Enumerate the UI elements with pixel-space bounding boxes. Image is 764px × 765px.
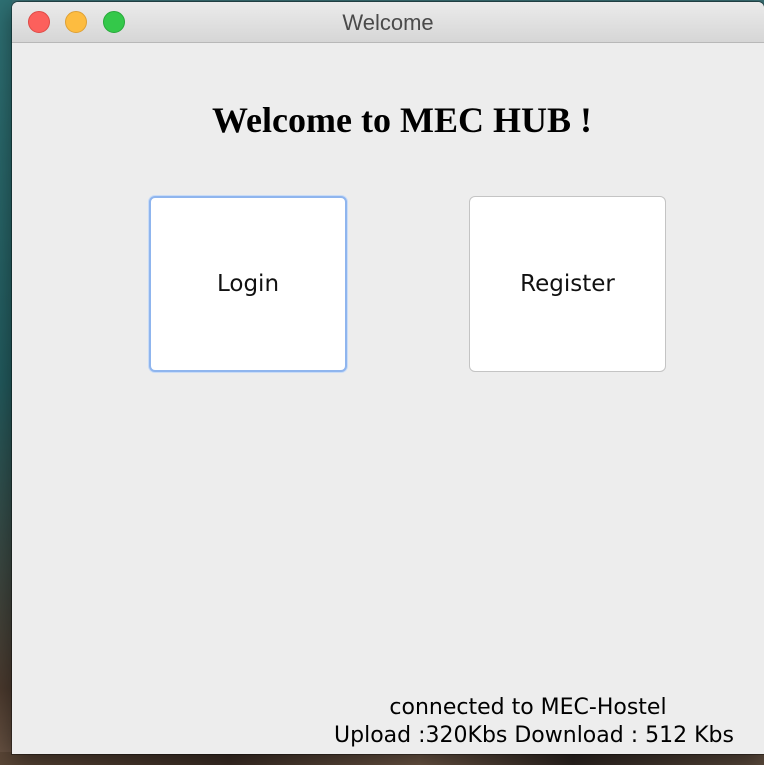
welcome-heading: Welcome to MEC HUB ! — [212, 100, 592, 140]
desktop-edge-left — [0, 0, 12, 765]
register-button[interactable]: Register — [469, 196, 666, 372]
window-title: Welcome — [342, 10, 434, 35]
register-button-label: Register — [520, 271, 615, 297]
login-button[interactable]: Login — [149, 196, 347, 372]
window-titlebar[interactable]: Welcome — [12, 2, 764, 43]
login-button-label: Login — [216, 271, 280, 297]
welcome-window: Welcome Welcome to MEC HUB ! Login Regis… — [12, 2, 764, 754]
network-speed-status: Upload :320Kbs Download : 512 Kbs — [334, 723, 734, 748]
connection-status: connected to MEC-Hostel — [389, 695, 667, 720]
window-content: Welcome to MEC HUB ! Login Register conn… — [12, 43, 764, 754]
